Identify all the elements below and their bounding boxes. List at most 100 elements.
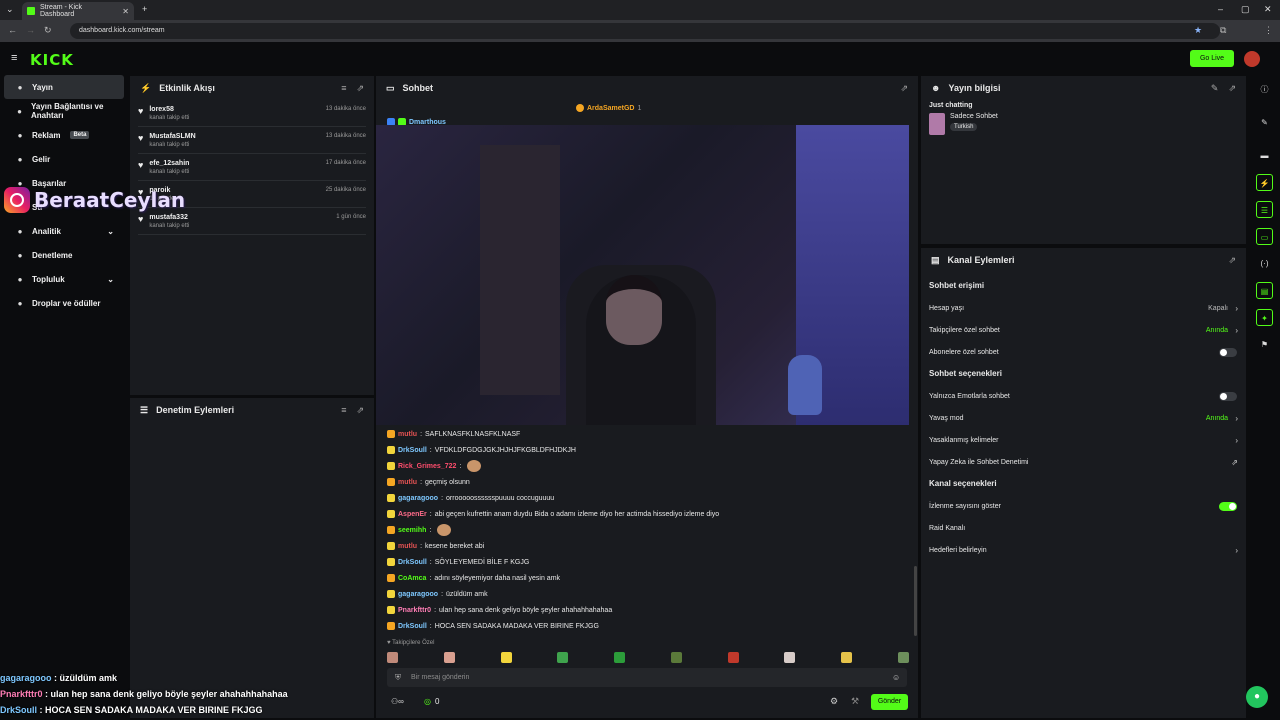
- broadcast-toggle-icon[interactable]: (·): [1256, 255, 1273, 272]
- chat-username[interactable]: DrkSoull: [398, 559, 427, 566]
- bookmark-star-icon[interactable]: ★: [1194, 25, 1202, 36]
- emote-icon[interactable]: [897, 652, 909, 663]
- panel-icon[interactable]: ▬: [1256, 147, 1273, 164]
- pencil-icon[interactable]: ✎: [1256, 114, 1273, 131]
- user-avatar[interactable]: [1244, 51, 1260, 67]
- chat-username[interactable]: Pnarkfttr0: [398, 607, 431, 614]
- popout-icon[interactable]: ⇗: [1228, 83, 1236, 94]
- channel-option[interactable]: Hesap yaşı Kapalı ›: [929, 297, 1238, 319]
- forward-icon[interactable]: →: [26, 25, 35, 35]
- emote-icon[interactable]: [500, 652, 512, 663]
- chevron-right-icon[interactable]: ›: [1228, 326, 1238, 335]
- chat-username[interactable]: seemihh: [398, 527, 426, 534]
- reload-icon[interactable]: ↻: [44, 25, 52, 36]
- chat-username[interactable]: mutlu: [398, 543, 417, 550]
- info-icon[interactable]: ⓘ: [1256, 81, 1273, 98]
- emote-icon[interactable]: [443, 652, 455, 663]
- browser-tab[interactable]: Stream - Kick Dashboard ✕: [22, 2, 134, 20]
- chevron-down-icon[interactable]: ⌄: [107, 275, 114, 284]
- edit-icon[interactable]: ✎: [1211, 83, 1219, 94]
- chat-scrollbar[interactable]: [914, 566, 917, 636]
- filter-icon[interactable]: ≡: [341, 83, 346, 94]
- chat-username[interactable]: DrkSoull: [398, 447, 427, 454]
- chat-username[interactable]: mutlu: [398, 431, 417, 438]
- sidebar-item[interactable]: ● Reklam Beta: [4, 123, 124, 147]
- chat-tools-icon[interactable]: ⚒: [851, 696, 859, 707]
- activity-username[interactable]: efe_12sahin: [149, 160, 189, 167]
- hamburger-menu-icon[interactable]: ≡: [11, 52, 17, 64]
- support-chat-button[interactable]: ●: [1246, 686, 1268, 708]
- channel-points[interactable]: ◎ 0: [424, 697, 439, 706]
- close-tab-icon[interactable]: ✕: [122, 7, 129, 16]
- viewers-icon[interactable]: ⚇∞: [391, 697, 404, 706]
- emote-icon[interactable]: [557, 652, 569, 663]
- popout-icon[interactable]: ⇗: [1228, 255, 1236, 266]
- chat-username[interactable]: DrkSoull: [398, 623, 427, 630]
- activity-username[interactable]: MustafaSLMN: [149, 133, 195, 140]
- popout-icon[interactable]: ⇗: [900, 83, 908, 94]
- channel-option[interactable]: Takipçilere özel sohbet Anında ›: [929, 319, 1238, 341]
- kick-logo[interactable]: KICK: [30, 51, 74, 69]
- channel-actions-toggle-icon[interactable]: ▤: [1256, 282, 1273, 299]
- channel-option[interactable]: Raid Kanalı: [929, 517, 1238, 539]
- channel-option[interactable]: Abonelere özel sohbet: [929, 341, 1238, 363]
- filter-icon[interactable]: ≡: [341, 405, 346, 416]
- sidebar-item[interactable]: ● Gelir: [4, 147, 124, 171]
- chat-username[interactable]: CoAmca: [398, 575, 426, 582]
- popout-icon[interactable]: ⇗: [356, 405, 364, 416]
- sidebar-item[interactable]: ● Droplar ve ödüller: [4, 291, 124, 315]
- send-button[interactable]: Gönder: [871, 694, 908, 710]
- chevron-down-icon[interactable]: ⌄: [107, 227, 114, 236]
- activity-toggle-icon[interactable]: ⚡: [1256, 174, 1273, 191]
- tools-toggle-icon[interactable]: ✦: [1256, 309, 1273, 326]
- chat-message-input[interactable]: Bir mesaj gönderin: [387, 668, 907, 687]
- url-field[interactable]: dashboard.kick.com/stream: [70, 23, 1220, 39]
- emote-icon[interactable]: [727, 652, 739, 663]
- emoji-picker-icon[interactable]: ☺: [892, 673, 900, 682]
- chevron-right-icon[interactable]: ›: [1228, 436, 1238, 445]
- chat-username[interactable]: gagaragooo: [398, 495, 438, 502]
- emote-icon[interactable]: [387, 652, 398, 663]
- chat-username[interactable]: gagaragooo: [398, 591, 438, 598]
- new-tab-icon[interactable]: +: [142, 4, 147, 14]
- channel-option[interactable]: İzlenme sayısını göster: [929, 495, 1238, 517]
- chat-settings-icon[interactable]: ⚙: [830, 696, 838, 707]
- moderation-toggle-icon[interactable]: ☰: [1256, 201, 1273, 218]
- back-icon[interactable]: ←: [8, 25, 17, 35]
- sidebar-item[interactable]: ● Denetleme: [4, 243, 124, 267]
- browser-menu-icon[interactable]: ⋮: [1264, 25, 1273, 36]
- sidebar-item[interactable]: ● Yayın Bağlantısı ve Anahtarı: [4, 99, 124, 123]
- popout-icon[interactable]: ⇗: [356, 83, 364, 94]
- tab-menu-icon[interactable]: ⌄: [6, 4, 14, 15]
- channel-option[interactable]: Yalnızca Emotlarla sohbet: [929, 385, 1238, 407]
- toggle-switch[interactable]: [1219, 391, 1237, 401]
- toggle-switch[interactable]: [1219, 347, 1237, 357]
- activity-username[interactable]: lorex58: [149, 106, 189, 113]
- chevron-right-icon[interactable]: ›: [1228, 546, 1238, 555]
- chat-username[interactable]: Rick_Grimes_722: [398, 463, 456, 470]
- channel-option[interactable]: Yavaş mod Anında ›: [929, 407, 1238, 429]
- close-window-icon[interactable]: ✕: [1264, 4, 1272, 15]
- sidebar-item[interactable]: ● Yayın: [4, 75, 124, 99]
- go-live-button[interactable]: Go Live: [1190, 50, 1234, 67]
- chevron-right-icon[interactable]: ›: [1228, 304, 1238, 313]
- sidebar-item[interactable]: ● Topluluk ⌄: [4, 267, 124, 291]
- minimize-icon[interactable]: –: [1218, 4, 1223, 14]
- channel-option[interactable]: Yapay Zeka ile Sohbet Denetimi ⇗: [929, 451, 1238, 473]
- chevron-right-icon[interactable]: ›: [1228, 414, 1238, 423]
- emote-icon[interactable]: [614, 652, 626, 663]
- more-tools-icon[interactable]: ⚑: [1256, 336, 1273, 353]
- emote-icon[interactable]: [841, 652, 853, 663]
- emote-icon[interactable]: [670, 652, 682, 663]
- chat-toggle-icon[interactable]: ▭: [1256, 228, 1273, 245]
- maximize-icon[interactable]: ▢: [1241, 4, 1250, 15]
- sidebar-item[interactable]: ● Analitik ⌄: [4, 219, 124, 243]
- chat-username[interactable]: AspenEr: [398, 511, 427, 518]
- activity-username[interactable]: mustafa332: [149, 214, 189, 221]
- channel-option[interactable]: Yasaklanmış kelimeler ›: [929, 429, 1238, 451]
- emote-icon[interactable]: [784, 652, 796, 663]
- toggle-switch[interactable]: [1219, 501, 1237, 511]
- stream-preview[interactable]: [376, 125, 909, 425]
- channel-option[interactable]: Hedefleri belirleyin ›: [929, 539, 1238, 561]
- chat-username[interactable]: mutlu: [398, 479, 417, 486]
